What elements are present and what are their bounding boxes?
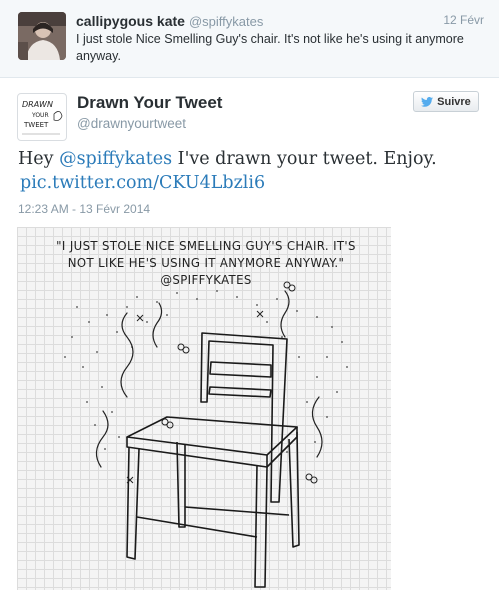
author-avatar[interactable]: DRAWN YOUR TWEET [17,93,67,141]
reply-avatar[interactable] [18,12,66,60]
pic-link[interactable]: pic.twitter.com/CKU4Lbzli6 [20,173,265,193]
reply-tweet[interactable]: callipygous kate @spiffykates 12 Févr I j… [0,0,499,78]
tweet-text-prefix: Hey [18,149,60,169]
svg-text:YOUR: YOUR [31,112,49,119]
reply-author-handle[interactable]: @spiffykates [189,14,263,29]
twitter-bird-icon [421,96,434,107]
reply-author-name[interactable]: callipygous kate [76,13,185,29]
avatar-photo [18,12,66,60]
drawn-your-tweet-logo: DRAWN YOUR TWEET [22,100,63,135]
reply-date[interactable]: 12 Févr [443,13,484,27]
author-handle[interactable]: @drawnyourtweet [77,116,186,131]
tweet-text-suffix: I've drawn your tweet. Enjoy. [172,149,437,169]
main-tweet: DRAWN YOUR TWEET Drawn Your Tweet @drawn… [0,79,499,590]
chair-drawing [64,281,348,588]
author-name[interactable]: Drawn Your Tweet [77,93,222,113]
svg-text:TWEET: TWEET [23,121,49,129]
svg-text:DRAWN: DRAWN [22,100,53,109]
follow-label: Suivre [437,95,471,108]
tweet-media-image[interactable]: "I JUST STOLE NICE SMELLING GUY'S CHAIR.… [17,227,391,590]
tweet-timestamp[interactable]: 12:23 AM - 13 Févr 2014 [18,202,150,216]
reply-text: I just stole Nice Smelling Guy's chair. … [76,32,464,63]
tweet-text: Hey @spiffykates I've drawn your tweet. … [18,147,488,195]
follow-button[interactable]: Suivre [413,91,479,112]
mention-link[interactable]: @spiffykates [59,149,172,169]
reply-author[interactable]: callipygous kate @spiffykates [76,13,263,29]
